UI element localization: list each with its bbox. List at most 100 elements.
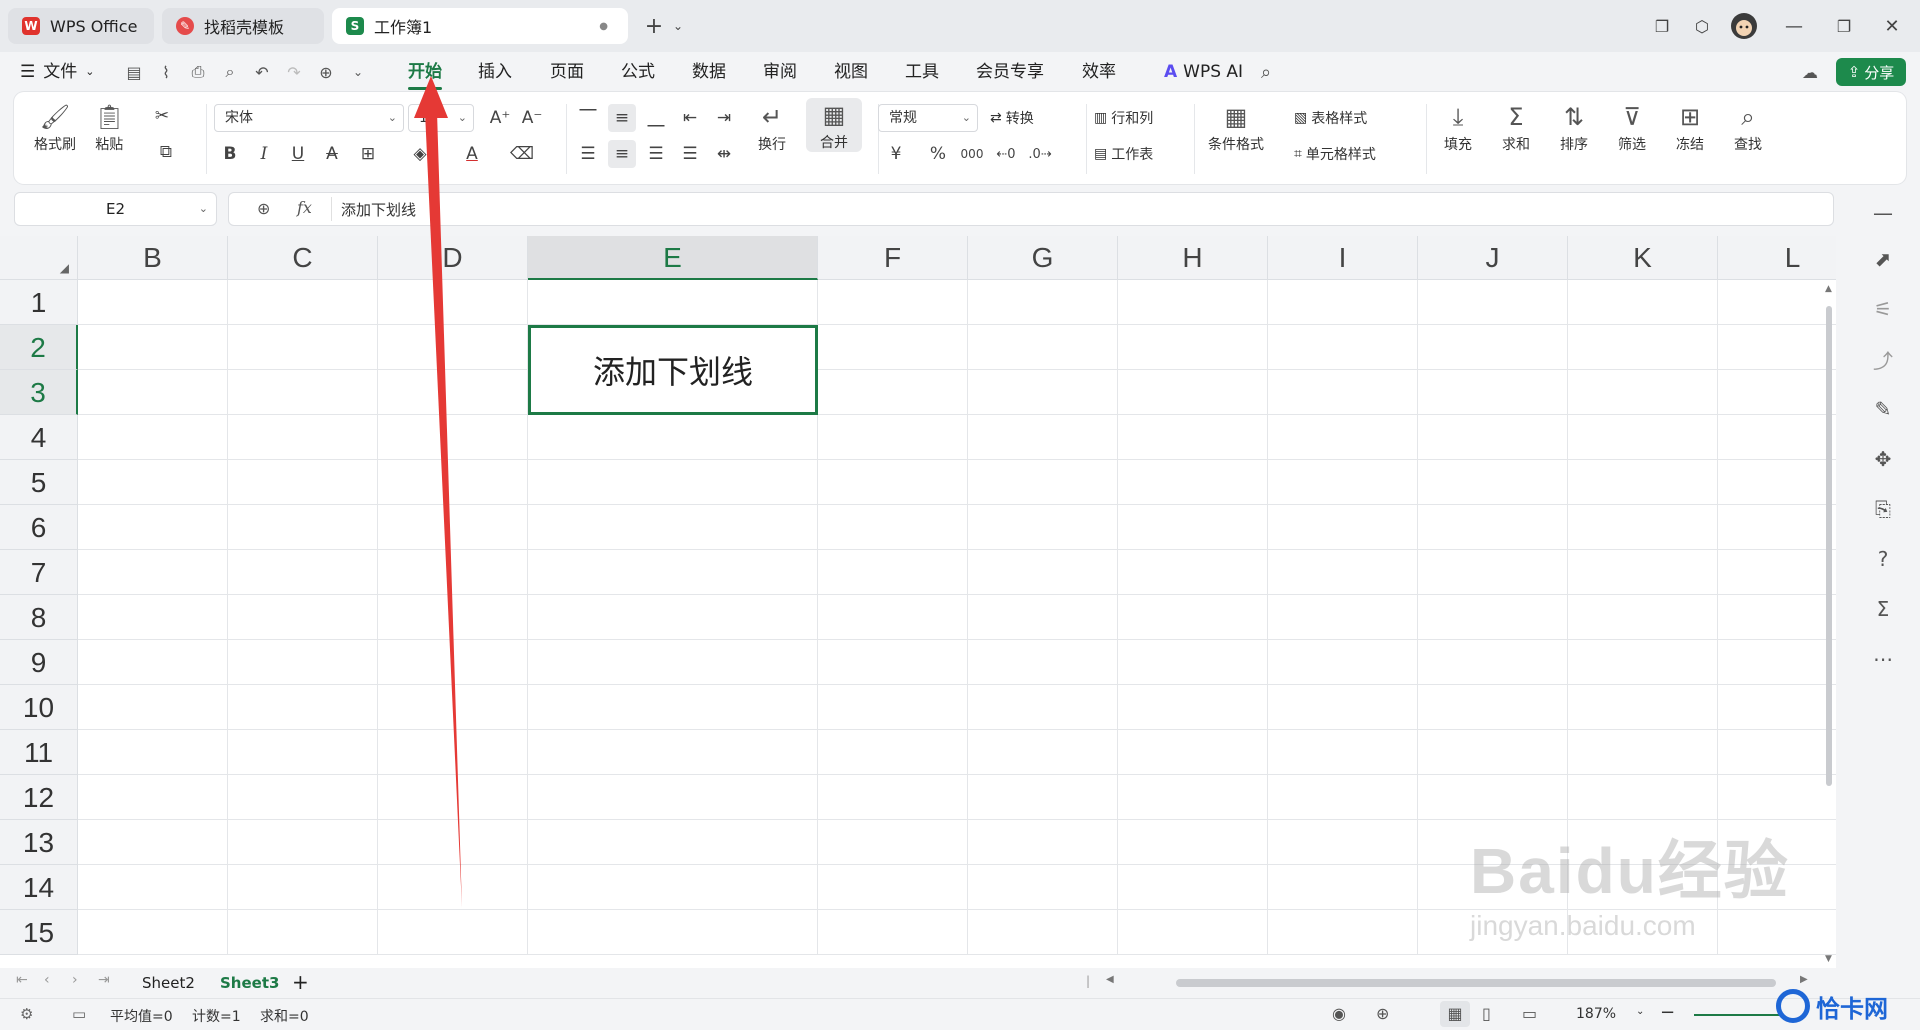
format-icon[interactable]: ⌇ [154,60,178,84]
align-left-icon[interactable]: ☰ [574,140,602,168]
font-color-icon[interactable]: A [458,140,486,168]
more-icon[interactable]: ⋯ [1868,644,1898,674]
column-header-i[interactable]: I [1268,236,1418,280]
normal-view-icon[interactable]: ▦ [1440,1001,1470,1027]
zoom-level[interactable]: 187% [1576,1006,1616,1022]
row-header-12[interactable]: 12 [0,775,78,820]
decimal-increase-icon[interactable]: ⇠0 [992,140,1020,168]
search-icon[interactable]: ⌕ [1254,60,1278,84]
menu-data[interactable]: 数据 [692,58,726,86]
merge-button[interactable]: ▦ 合并 [806,98,862,152]
font-name-select[interactable]: 宋体 ⌄ [214,104,404,132]
vertical-scrollbar[interactable]: ▲ ▼ [1822,280,1836,968]
menu-insert[interactable]: 插入 [478,58,512,86]
column-header-f[interactable]: F [818,236,968,280]
tab-workbook1[interactable]: S 工作簿1 ● [332,8,628,44]
add-sheet-icon[interactable]: + [292,970,309,994]
page-break-view-icon[interactable]: ▯ [1482,1004,1491,1023]
strikethrough-button[interactable]: A [318,140,346,168]
column-header-b[interactable]: B [78,236,228,280]
formula-content[interactable]: 添加下划线 [341,199,416,220]
adjust-icon[interactable]: ⚟ [1868,294,1898,324]
paste-button[interactable]: 📋︎ 粘贴 [94,100,124,154]
fx-icon[interactable]: fx [297,198,312,217]
underline-button[interactable]: U [284,140,312,168]
column-header-g[interactable]: G [968,236,1118,280]
help-icon[interactable]: ? [1868,544,1898,574]
row-header-14[interactable]: 14 [0,865,78,910]
scroll-down-icon[interactable]: ▼ [1825,954,1832,964]
row-header-15[interactable]: 15 [0,910,78,955]
menu-formula[interactable]: 公式 [621,58,655,86]
align-top-icon[interactable]: ⎺ [574,104,602,132]
menu-efficiency[interactable]: 效率 [1082,58,1116,86]
border-icon[interactable]: ⊞ [354,140,382,168]
menu-start[interactable]: 开始 [408,58,442,90]
menu-member[interactable]: 会员专享 [976,58,1044,86]
file-menu[interactable]: ☰ 文件 ⌄ [20,58,94,86]
column-header-j[interactable]: J [1418,236,1568,280]
column-header-c[interactable]: C [228,236,378,280]
column-header-d[interactable]: D [378,236,528,280]
column-header-h[interactable]: H [1118,236,1268,280]
thousands-button[interactable]: 000 [958,140,986,168]
table-style-button[interactable]: ▧ 表格样式 [1294,108,1367,128]
bold-button[interactable]: B [216,140,244,168]
chevron-down-icon[interactable]: ⌄ [1636,1006,1644,1017]
decimal-decrease-icon[interactable]: .0⇢ [1026,140,1054,168]
row-header-11[interactable]: 11 [0,730,78,775]
row-header-8[interactable]: 8 [0,595,78,640]
column-header-l[interactable]: L [1718,236,1836,280]
chevron-down-icon[interactable]: ⌄ [664,12,692,40]
page-layout-view-icon[interactable]: ▭ [1522,1004,1537,1023]
cell-style-button[interactable]: ⌗ 单元格样式 [1294,144,1376,164]
row-header-6[interactable]: 6 [0,505,78,550]
align-center-icon[interactable]: ≡ [608,140,636,168]
redo-icon[interactable]: ↷ [282,60,306,84]
italic-button[interactable]: I [250,140,278,168]
align-right-icon[interactable]: ☰ [642,140,670,168]
row-header-1[interactable]: 1 [0,280,78,325]
distribute-icon[interactable]: ⇹ [710,140,738,168]
first-sheet-icon[interactable]: ⇤ [16,972,28,988]
menu-tools[interactable]: 工具 [905,58,939,86]
column-header-k[interactable]: K [1568,236,1718,280]
filter-button[interactable]: ⊽ 筛选 [1618,100,1646,154]
align-middle-icon[interactable]: ≡ [608,104,636,132]
indent-increase-icon[interactable]: ⇥ [710,104,738,132]
row-header-9[interactable]: 9 [0,640,78,685]
spreadsheet-grid[interactable]: ◢ BCDEFGHIJKL 1 2 3 4 5 6 7 8 9 10 11 12 13 14 15 添加下划… [0,236,1836,968]
justify-icon[interactable]: ☰ [676,140,704,168]
percent-button[interactable]: % [924,140,952,168]
sum-button[interactable]: Σ 求和 [1502,100,1530,154]
restore-icon[interactable]: ❐ [1830,12,1858,40]
sheet-tab-sheet3[interactable]: Sheet3 [220,974,279,992]
zoom-slider[interactable] [1694,1014,1784,1016]
zoom-formula-icon[interactable]: ⊕ [257,199,270,218]
format-painter-button[interactable]: 🖌︎ 格式刷 [34,100,76,154]
avatar[interactable] [1730,12,1758,40]
menu-page[interactable]: 页面 [550,58,584,86]
print-preview-icon[interactable]: ⌕ [218,60,242,84]
eraser-icon[interactable]: ⌫ [508,140,536,168]
freeze-button[interactable]: ⊞ 冻结 [1676,100,1704,154]
zoom-out-icon[interactable]: − [1660,1002,1675,1023]
tab-docer-templates[interactable]: ✎ 找稻壳模板 [162,8,324,44]
tools-icon[interactable]: ✥ [1868,444,1898,474]
row-header-4[interactable]: 4 [0,415,78,460]
cloud-upload-icon[interactable]: ☁ [1798,60,1822,84]
wrap-text-button[interactable]: ↵ 换行 [758,100,786,154]
wps-ai-button[interactable]: A WPS AI [1164,58,1243,86]
share-button[interactable]: ⇪ 分享 [1836,58,1906,86]
scroll-left-icon[interactable]: ◀ [1106,974,1114,985]
minimize-icon[interactable]: — [1780,12,1808,40]
scroll-up-icon[interactable]: ▲ [1825,284,1832,294]
row-header-10[interactable]: 10 [0,685,78,730]
pen-icon[interactable]: ✎ [1868,394,1898,424]
fill-color-icon[interactable]: ◈ [406,140,434,168]
horizontal-scrollbar-thumb[interactable] [1176,979,1776,987]
row-header-3[interactable]: 3 [0,370,78,415]
name-box[interactable]: E2 ⌄ [14,192,217,226]
number-format-select[interactable]: 常规 ⌄ [878,104,978,132]
row-header-13[interactable]: 13 [0,820,78,865]
